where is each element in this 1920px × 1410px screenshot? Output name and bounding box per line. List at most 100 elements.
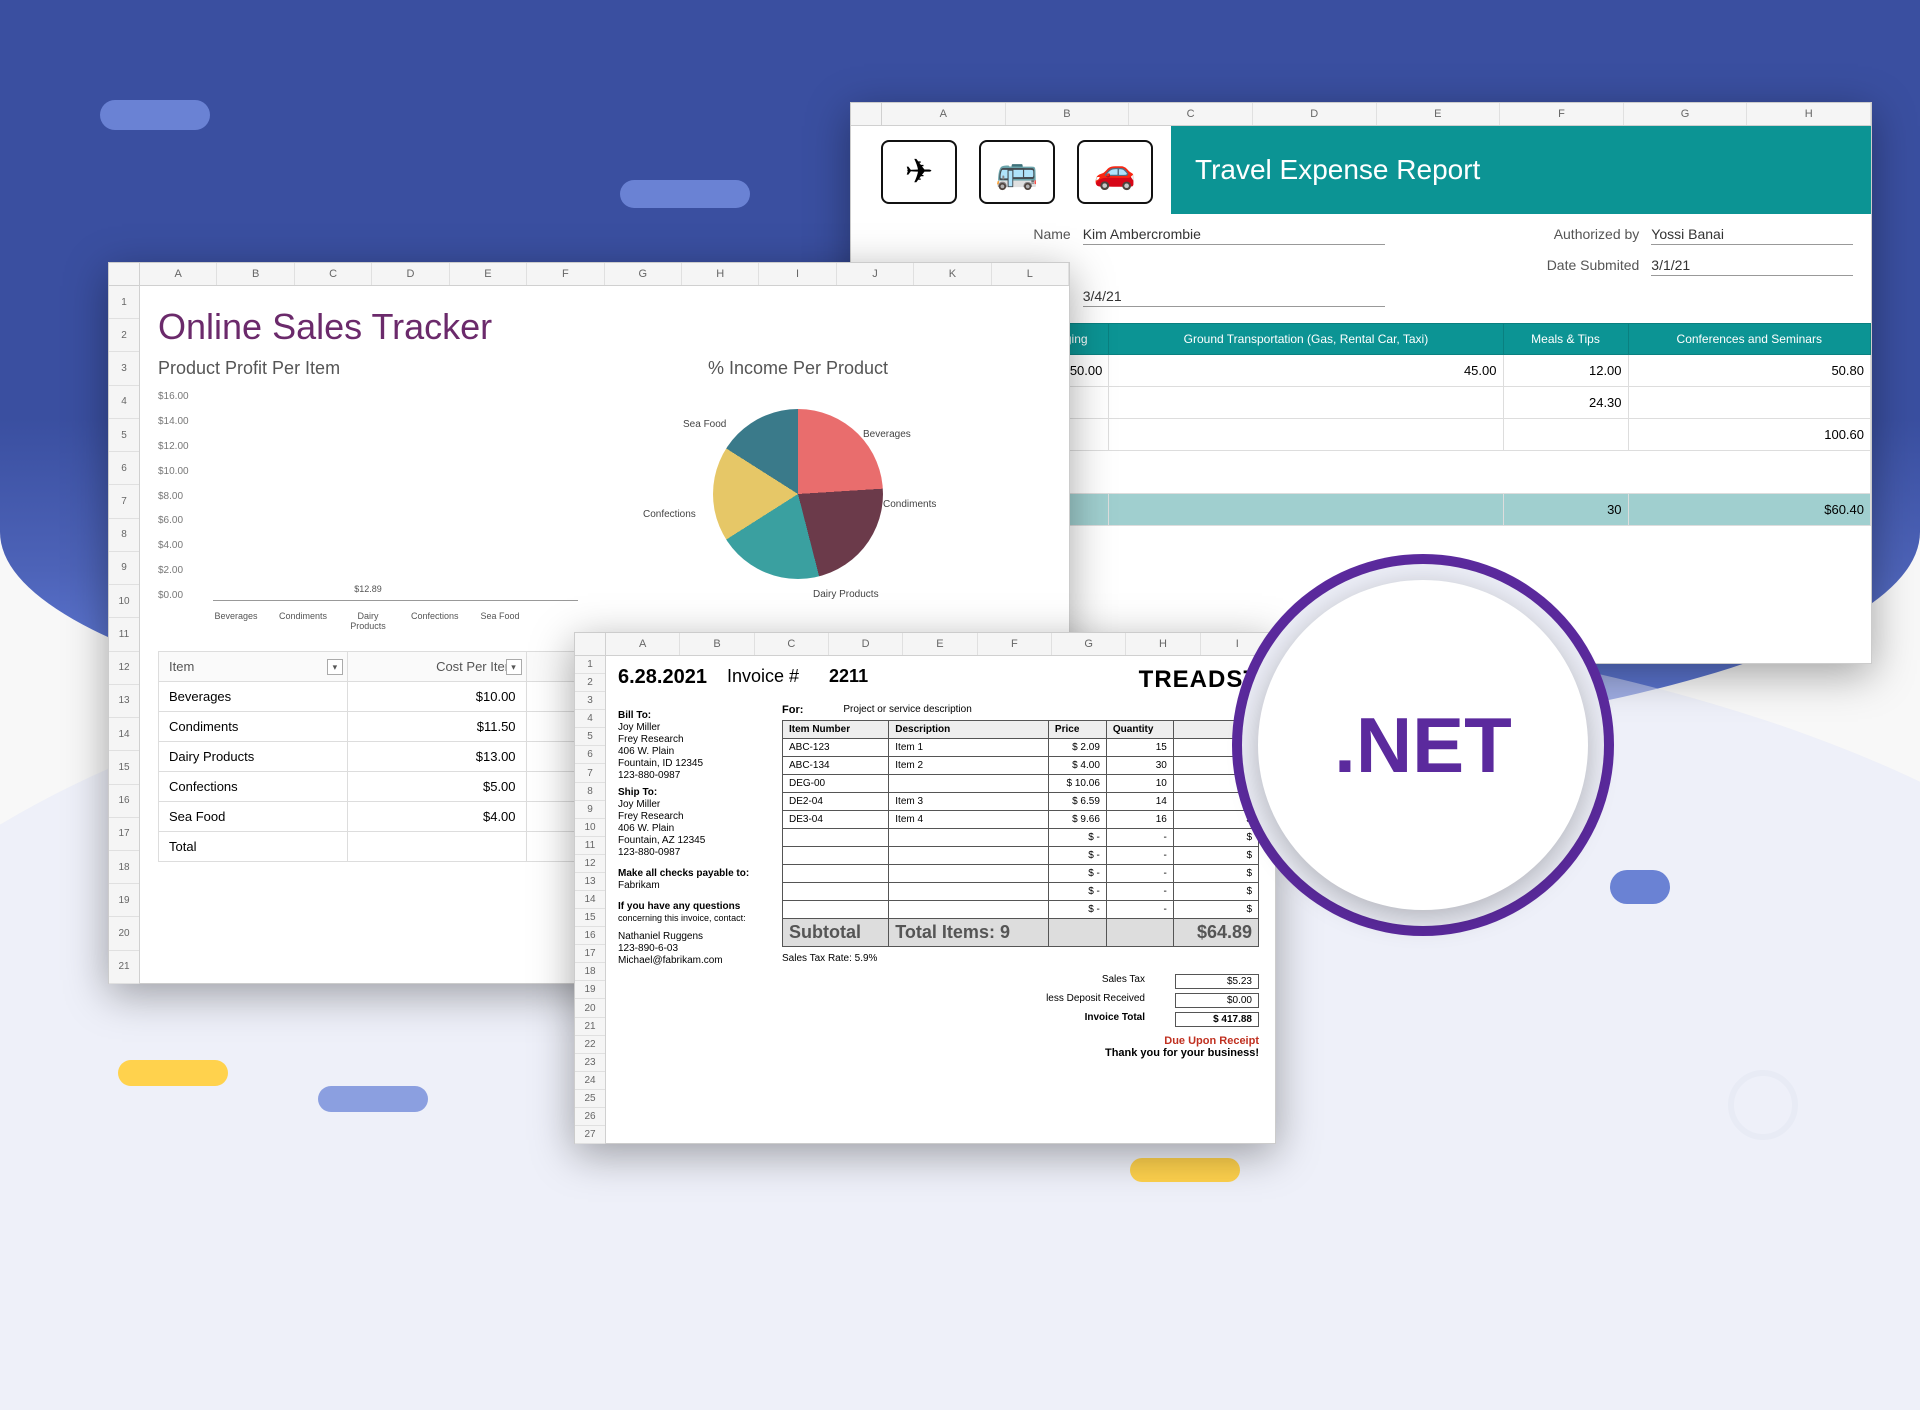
invoice-items-table: Item NumberDescriptionPriceQuantity ABC-… bbox=[782, 720, 1259, 947]
checks-to: Fabrikam bbox=[618, 880, 768, 891]
col-header[interactable]: B bbox=[217, 263, 294, 285]
table-header[interactable]: Cost Per Item▾ bbox=[347, 652, 526, 682]
col-header[interactable]: E bbox=[450, 263, 527, 285]
col-header[interactable]: F bbox=[978, 633, 1052, 655]
col-header[interactable]: K bbox=[914, 263, 991, 285]
name-value[interactable]: Kim Ambercrombie bbox=[1083, 226, 1386, 245]
col-header[interactable]: H bbox=[1747, 103, 1871, 125]
address-line: Joy Miller bbox=[618, 722, 768, 733]
bar-x-label: Confections bbox=[411, 611, 457, 631]
invoice-window: ABCDEFGHI 123456789101112131415161718192… bbox=[574, 632, 1276, 1144]
expense-cell[interactable]: 30 bbox=[1503, 494, 1628, 526]
pie-chart-title: % Income Per Product bbox=[638, 358, 958, 379]
filter-dropdown-icon[interactable]: ▾ bbox=[506, 659, 522, 675]
expense-cell[interactable] bbox=[1109, 494, 1503, 526]
date-submitted-value[interactable]: 3/1/21 bbox=[1651, 257, 1853, 276]
expense-cell[interactable]: 45.00 bbox=[1109, 355, 1503, 387]
decor-pill bbox=[100, 100, 210, 130]
col-header[interactable]: A bbox=[882, 103, 1006, 125]
col-header[interactable]: G bbox=[605, 263, 682, 285]
summary-value: $0.00 bbox=[1175, 993, 1259, 1008]
invoice-item-row[interactable]: DEG-00$ 10.0610$ bbox=[783, 775, 1259, 793]
col-header[interactable]: D bbox=[1253, 103, 1377, 125]
table-header[interactable]: Item▾ bbox=[159, 652, 348, 682]
filter-dropdown-icon[interactable]: ▾ bbox=[327, 659, 343, 675]
invoice-item-row[interactable]: ABC-123Item 1$ 2.0915$ bbox=[783, 739, 1259, 757]
col-header[interactable]: I bbox=[759, 263, 836, 285]
decor-pill bbox=[1610, 870, 1670, 904]
column-ruler: A B C D E F G H bbox=[851, 103, 1871, 126]
expense-cell[interactable]: 100.60 bbox=[1628, 419, 1870, 451]
expense-cell[interactable] bbox=[1109, 419, 1503, 451]
col-header[interactable]: H bbox=[682, 263, 759, 285]
icon-row: ✈ 🚌 🚗 bbox=[851, 126, 1171, 214]
col-header[interactable]: G bbox=[1052, 633, 1126, 655]
col-header[interactable]: E bbox=[1377, 103, 1501, 125]
bar-x-label: Sea Food bbox=[477, 611, 523, 631]
expense-cell[interactable] bbox=[1109, 387, 1503, 419]
invoice-item-row[interactable]: DE3-04Item 4$ 9.6616$ bbox=[783, 811, 1259, 829]
col-header[interactable]: F bbox=[1500, 103, 1624, 125]
expense-cell[interactable]: 12.00 bbox=[1503, 355, 1628, 387]
auth-label: Authorized by bbox=[1397, 226, 1639, 245]
ship-to-label: Ship To: bbox=[618, 787, 768, 798]
col-header[interactable]: B bbox=[680, 633, 754, 655]
address-line: 406 W. Plain bbox=[618, 823, 768, 834]
col-header[interactable]: L bbox=[992, 263, 1069, 285]
decor-circle bbox=[1728, 1070, 1798, 1140]
report-title: Travel Expense Report bbox=[1171, 126, 1871, 214]
expense-header: Conferences and Seminars bbox=[1628, 324, 1870, 355]
address-line: Joy Miller bbox=[618, 799, 768, 810]
pie-slice-label: Dairy Products bbox=[813, 589, 879, 600]
col-header[interactable]: B bbox=[1006, 103, 1130, 125]
col-header[interactable]: C bbox=[1129, 103, 1253, 125]
invoice-item-row[interactable]: DE2-04Item 3$ 6.5914$ bbox=[783, 793, 1259, 811]
airplane-icon: ✈ bbox=[881, 140, 957, 204]
address-line: 123-880-0987 bbox=[618, 770, 768, 781]
col-header[interactable]: C bbox=[755, 633, 829, 655]
tax-rate-label: Sales Tax Rate: 5.9% bbox=[782, 953, 1259, 964]
col-header[interactable]: D bbox=[829, 633, 903, 655]
expense-cell[interactable]: 24.30 bbox=[1503, 387, 1628, 419]
expense-cell[interactable] bbox=[1503, 419, 1628, 451]
due-upon-receipt: Due Upon Receipt bbox=[782, 1035, 1259, 1047]
bus-icon: 🚌 bbox=[979, 140, 1055, 204]
expense-cell[interactable] bbox=[1628, 387, 1870, 419]
period-value[interactable]: 3/4/21 bbox=[1083, 288, 1386, 307]
bar-chart-title: Product Profit Per Item bbox=[158, 358, 578, 379]
col-header[interactable]: A bbox=[140, 263, 217, 285]
auth-value[interactable]: Yossi Banai bbox=[1651, 226, 1853, 245]
address-line: Fountain, ID 12345 bbox=[618, 758, 768, 769]
col-header[interactable]: I bbox=[1201, 633, 1275, 655]
date-submitted-label: Date Submited bbox=[1397, 257, 1639, 276]
pie-slice-label: Beverages bbox=[863, 429, 911, 440]
col-header[interactable]: H bbox=[1126, 633, 1200, 655]
address-line: Fountain, AZ 12345 bbox=[618, 835, 768, 846]
bar-chart: $0.00$2.00$4.00$6.00$8.00$10.00$12.00$14… bbox=[158, 391, 578, 631]
address-line: 123-890-6-03 bbox=[618, 943, 768, 954]
invoice-item-row[interactable]: ABC-134Item 2$ 4.0030$ bbox=[783, 757, 1259, 775]
for-label: For: bbox=[782, 704, 803, 716]
pie-chart: BeveragesCondimentsDairy ProductsConfect… bbox=[713, 409, 883, 579]
decor-pill bbox=[318, 1086, 428, 1112]
col-header[interactable]: D bbox=[372, 263, 449, 285]
col-header[interactable]: C bbox=[295, 263, 372, 285]
expense-cell[interactable]: $60.40 bbox=[1628, 494, 1870, 526]
for-desc: Project or service description bbox=[843, 704, 971, 716]
expense-cell[interactable]: 50.80 bbox=[1628, 355, 1870, 387]
checks-label: Make all checks payable to: bbox=[618, 868, 768, 879]
col-header[interactable]: E bbox=[903, 633, 977, 655]
questions-label: If you have any questions bbox=[618, 901, 768, 912]
col-header[interactable]: G bbox=[1624, 103, 1748, 125]
column-ruler: ABCDEFGHI bbox=[575, 633, 1275, 656]
address-line: Frey Research bbox=[618, 811, 768, 822]
bar-x-label: Beverages bbox=[213, 611, 259, 631]
questions-sub: concerning this invoice, contact: bbox=[618, 913, 768, 923]
summary-label: less Deposit Received bbox=[995, 993, 1145, 1008]
summary-label: Invoice Total bbox=[995, 1012, 1145, 1027]
col-header[interactable]: J bbox=[837, 263, 914, 285]
col-header[interactable]: F bbox=[527, 263, 604, 285]
address-line: 123-880-0987 bbox=[618, 847, 768, 858]
brand-logo: TREADST bbox=[1139, 666, 1259, 694]
col-header[interactable]: A bbox=[606, 633, 680, 655]
